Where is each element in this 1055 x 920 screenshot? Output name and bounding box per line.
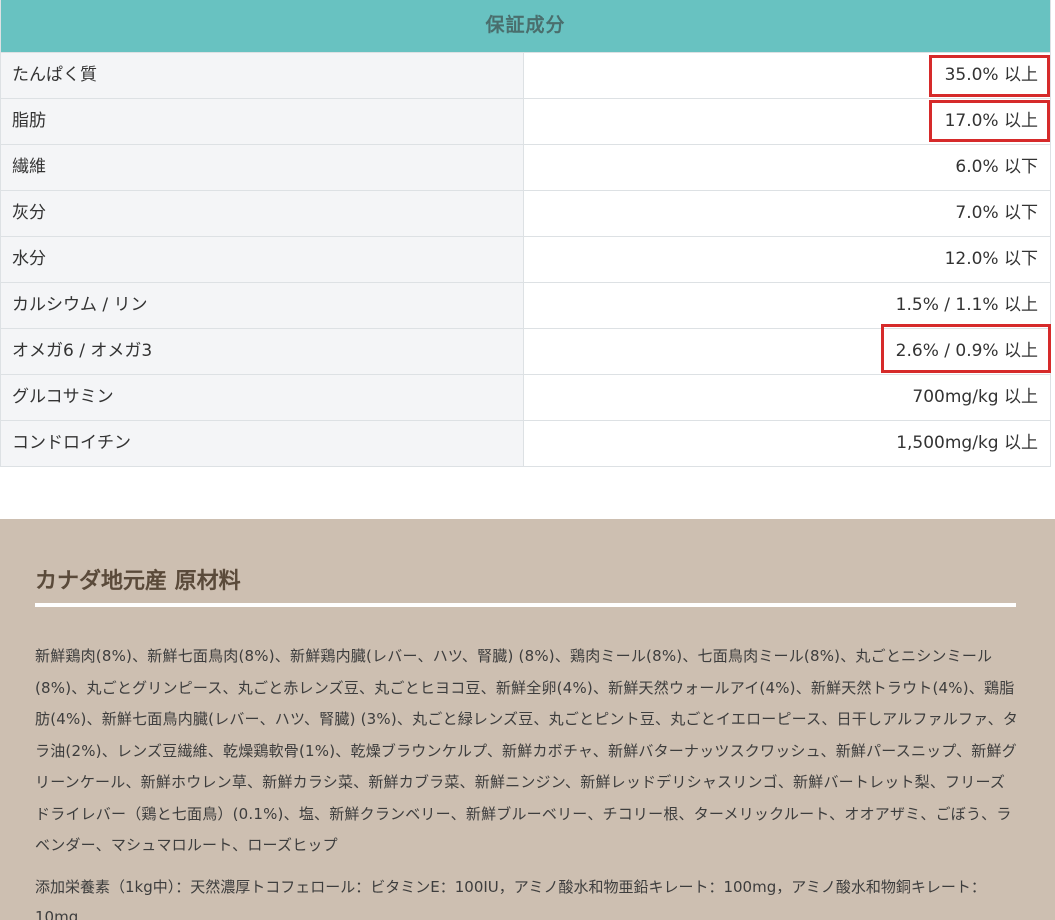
table-row: 水分 12.0% 以下 — [1, 236, 1050, 282]
ingredients-text: 新鮮鶏肉(8%)、新鮮七面鳥肉(8%)、新鮮鶏内臓(レバー、ハツ、腎臓) (8%… — [35, 647, 1019, 854]
row-label: たんぱく質 — [1, 53, 524, 98]
row-label: 水分 — [1, 237, 524, 282]
row-label: コンドロイチン — [1, 421, 524, 466]
row-value: 17.0% 以上 — [524, 99, 1050, 144]
table-row: カルシウム / リン 1.5% / 1.1% 以上 — [1, 282, 1050, 328]
row-label: グルコサミン — [1, 375, 524, 420]
additives-text: 添加栄養素（1kg中）：天然濃厚トコフェロール：ビタミンE：100IU，アミノ酸… — [35, 878, 986, 920]
ingredients-title: カナダ地元産 原材料 — [35, 569, 241, 594]
table-row: 脂肪 17.0% 以上 — [1, 98, 1050, 144]
row-value: 1.5% / 1.1% 以上 — [524, 283, 1050, 328]
row-value: 2.6% / 0.9% 以上 — [524, 329, 1050, 374]
row-value: 1,500mg/kg 以上 — [524, 421, 1050, 466]
table-row: オメガ6 / オメガ3 2.6% / 0.9% 以上 — [1, 328, 1050, 374]
row-label: 灰分 — [1, 191, 524, 236]
row-value: 7.0% 以下 — [524, 191, 1050, 236]
row-label: カルシウム / リン — [1, 283, 524, 328]
table-row: たんぱく質 35.0% 以上 — [1, 52, 1050, 98]
nutrition-table-title: 保証成分 — [1, 0, 1050, 52]
row-label: オメガ6 / オメガ3 — [1, 329, 524, 374]
title-divider — [35, 603, 1016, 607]
row-value: 12.0% 以下 — [524, 237, 1050, 282]
page: 保証成分 たんぱく質 35.0% 以上 脂肪 17.0% 以上 繊維 6.0% … — [0, 0, 1055, 920]
row-label: 繊維 — [1, 145, 524, 190]
ingredients-section: カナダ地元産 原材料 新鮮鶏肉(8%)、新鮮七面鳥肉(8%)、新鮮鶏内臓(レバー… — [0, 519, 1055, 920]
table-row: 灰分 7.0% 以下 — [1, 190, 1050, 236]
table-row: 繊維 6.0% 以下 — [1, 144, 1050, 190]
row-value: 700mg/kg 以上 — [524, 375, 1050, 420]
table-row: コンドロイチン 1,500mg/kg 以上 — [1, 420, 1050, 466]
row-value: 6.0% 以下 — [524, 145, 1050, 190]
row-value: 35.0% 以上 — [524, 53, 1050, 98]
table-row: グルコサミン 700mg/kg 以上 — [1, 374, 1050, 420]
row-label: 脂肪 — [1, 99, 524, 144]
nutrition-table: 保証成分 たんぱく質 35.0% 以上 脂肪 17.0% 以上 繊維 6.0% … — [0, 0, 1051, 467]
